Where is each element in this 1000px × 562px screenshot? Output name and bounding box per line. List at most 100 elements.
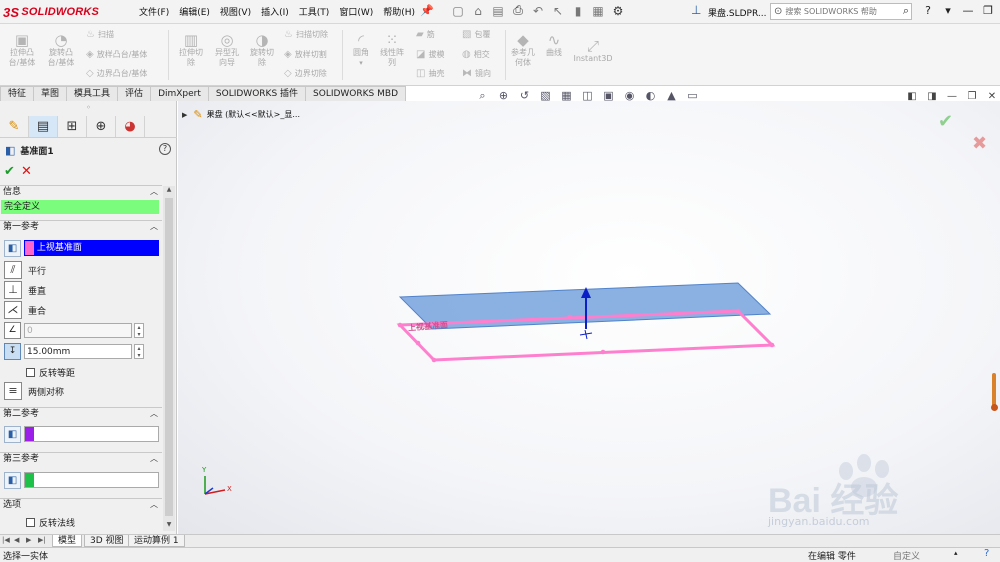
confirm-ok-icon[interactable]: ✔ [938, 111, 953, 132]
units-dropdown-icon[interactable]: ▴ [954, 549, 958, 557]
rebuild-icon[interactable]: ▮ [568, 4, 588, 18]
tab-addins[interactable]: SOLIDWORKS 插件 [207, 86, 307, 101]
vp-restore-icon[interactable]: ❐ [962, 91, 982, 102]
next-tab-icon[interactable]: ▶ [26, 536, 31, 544]
options-section-header[interactable]: 选项 ︿ [0, 498, 162, 511]
ok-checkmark-icon[interactable]: ✔ [4, 164, 15, 179]
vp-minimize-icon[interactable]: — [942, 91, 962, 102]
extrude-boss-button[interactable]: ▣ 拉伸凸 台/基体 [6, 32, 38, 68]
distance-input[interactable] [24, 344, 132, 359]
menu-window[interactable]: 窗口(W) [334, 5, 378, 18]
tab-mold-tools[interactable]: 模具工具 [66, 86, 119, 101]
zoom-to-fit-icon[interactable]: ⌕ [472, 89, 493, 103]
intersect-button[interactable]: ◍ 相交 [462, 49, 490, 60]
hole-wizard-button[interactable]: ◎ 异型孔 向导 [210, 32, 244, 68]
hide-show-icon[interactable]: ◉ [619, 89, 640, 103]
vp-collapse-icon[interactable]: ◨ [922, 91, 942, 102]
configuration-manager-icon[interactable]: ⊞ [58, 116, 87, 137]
view-settings-icon[interactable]: ▭ [682, 89, 703, 103]
offset-distance-icon[interactable]: ↧ [4, 343, 21, 360]
confirm-cancel-icon[interactable]: ✖ [972, 133, 987, 154]
revolve-boss-button[interactable]: ◔ 旋转凸 台/基体 [43, 32, 79, 68]
swept-cut-button[interactable]: ♨ 扫描切除 [284, 29, 328, 40]
flip-normal-checkbox[interactable]: 反转法线 [26, 516, 75, 529]
help-dropdown-icon[interactable]: ▾ [938, 4, 958, 17]
section-view-icon[interactable]: ▧ [535, 89, 556, 103]
first-tab-icon[interactable]: |◀ [2, 536, 10, 544]
mid-plane-option[interactable]: ≡ 两侧对称 [4, 382, 64, 400]
first-ref-select-icon[interactable]: ◧ [4, 240, 21, 257]
property-manager-icon[interactable]: ▤ [29, 116, 58, 137]
boundary-cut-button[interactable]: ◇ 边界切除 [284, 68, 327, 79]
angle-spinner-icon[interactable]: ▴ ▾ [134, 323, 144, 338]
scroll-thumb[interactable] [165, 198, 173, 516]
pm-help-icon[interactable]: ? [159, 143, 171, 155]
tab-motion-study[interactable]: 运动算例 1 [128, 535, 185, 547]
first-reference-header[interactable]: 第一参考 ︿ [0, 220, 162, 233]
fillet-button[interactable]: ◜ 圆角 ▾ [347, 32, 375, 68]
angle-icon[interactable]: ∠ [4, 322, 21, 339]
extrude-cut-button[interactable]: ▥ 拉伸切 除 [174, 32, 208, 68]
magnifier-icon[interactable]: ⌕ [903, 4, 909, 18]
menu-edit[interactable]: 编辑(E) [174, 5, 215, 18]
open-icon[interactable]: ⌂ [468, 4, 488, 18]
distance-spinner-icon[interactable]: ▴ ▾ [134, 344, 144, 359]
fillet-dropdown-icon[interactable]: ▾ [347, 58, 375, 68]
flip-offset-checkbox[interactable]: 反转等距 [26, 366, 75, 379]
rollback-thermometer-icon[interactable] [991, 373, 998, 413]
draft-button[interactable]: ◪ 拔模 [416, 49, 444, 60]
second-ref-select-icon[interactable]: ◧ [4, 426, 21, 443]
menu-insert[interactable]: 插入(I) [256, 5, 294, 18]
parallel-option[interactable]: ⫽ 平行 [4, 261, 46, 279]
minimize-icon[interactable]: — [958, 4, 978, 17]
perpendicular-option[interactable]: ⊥ 垂直 [4, 281, 46, 299]
wrap-button[interactable]: ▧ 包覆 [462, 29, 490, 40]
feature-tree-root[interactable]: ▶ ✎ 果盘 (默认<<默认>_显... [182, 108, 300, 121]
mirror-button[interactable]: ⧓ 镜向 [462, 68, 491, 79]
feature-manager-icon[interactable]: ✎ [0, 116, 29, 137]
apply-scene-icon[interactable]: ▲ [661, 89, 682, 103]
third-reference-field[interactable] [24, 472, 159, 488]
previous-view-icon[interactable]: ↺ [514, 89, 535, 103]
vp-close-icon[interactable]: ✕ [982, 91, 1000, 102]
tab-3d-views[interactable]: 3D 视图 [84, 535, 130, 547]
panel-grip[interactable]: ◦ [0, 101, 177, 115]
menu-view[interactable]: 视图(V) [215, 5, 256, 18]
help-icon[interactable]: ? [984, 548, 989, 559]
tab-mbd[interactable]: SOLIDWORKS MBD [305, 86, 406, 101]
revolve-cut-button[interactable]: ◑ 旋转切 除 [245, 32, 279, 68]
linear-pattern-button[interactable]: ⁙ 线性阵 列 [375, 32, 409, 68]
third-ref-select-icon[interactable]: ◧ [4, 472, 21, 489]
second-reference-header[interactable]: 第二参考 ︿ [0, 407, 162, 420]
display-manager-icon[interactable]: ◕ [116, 116, 145, 137]
panel-scrollbar[interactable]: ▲ ▼ [163, 186, 175, 531]
shell-button[interactable]: ◫ 抽壳 [416, 68, 444, 79]
file-props-icon[interactable]: ▦ [588, 4, 608, 18]
menu-tools[interactable]: 工具(T) [294, 5, 335, 18]
view-orientation-icon[interactable]: ◫ [577, 89, 598, 103]
select-icon[interactable]: ↖ [548, 4, 568, 18]
loft-boss-button[interactable]: ◈ 放样凸台/基体 [86, 49, 147, 60]
boundary-boss-button[interactable]: ◇ 边界凸台/基体 [86, 68, 147, 79]
prev-tab-icon[interactable]: ◀ [14, 536, 19, 544]
help-search[interactable]: ⊙ ⌕ [770, 3, 912, 20]
tab-model[interactable]: 模型 [52, 535, 83, 547]
help-search-input[interactable] [785, 7, 886, 16]
help-question-icon[interactable]: ? [918, 4, 938, 17]
units-selector[interactable]: 自定义 [893, 549, 920, 562]
last-tab-icon[interactable]: ▶| [38, 536, 46, 544]
second-reference-field[interactable] [24, 426, 159, 442]
dimxpert-manager-icon[interactable]: ⊕ [87, 116, 116, 137]
angle-input[interactable] [24, 323, 132, 338]
curves-button[interactable]: ∿ 曲线 [540, 32, 568, 58]
options-gear-icon[interactable]: ⚙ [608, 4, 628, 18]
solidworks-logo[interactable]: 3S SOLIDWORKS [3, 2, 115, 22]
graphics-area[interactable]: Y X ▶ ✎ 果盘 (默认<<默认>_显... ⌕ ⊕ ↺ ▧ ▦ ◫ ▣ ◉… [178, 89, 1000, 534]
vp-expand-icon[interactable]: ◧ [902, 91, 922, 102]
tab-sketch[interactable]: 草图 [33, 86, 68, 101]
new-icon[interactable]: ▢ [448, 4, 468, 18]
undo-icon[interactable]: ↶ [528, 4, 548, 18]
menu-file[interactable]: 文件(F) [134, 5, 174, 18]
edit-appearance-icon[interactable]: ◐ [640, 89, 661, 103]
display-style-icon[interactable]: ▣ [598, 89, 619, 103]
